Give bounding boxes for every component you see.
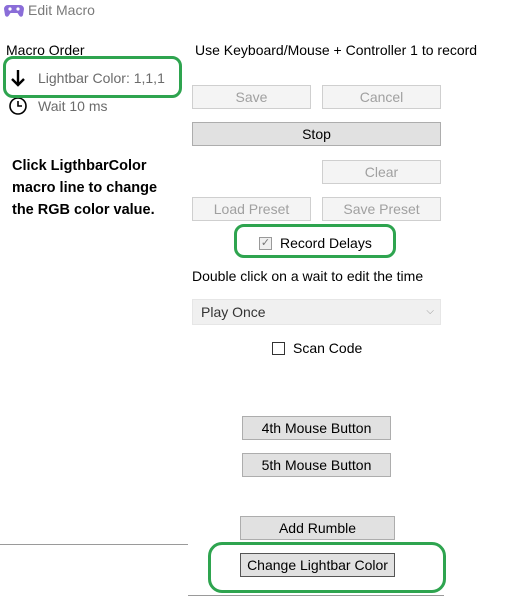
annotation-highlight-record-delays	[234, 224, 396, 258]
macro-item-wait[interactable]: Wait 10 ms	[8, 96, 108, 116]
add-rumble-button[interactable]: Add Rumble	[240, 516, 395, 540]
divider	[188, 595, 444, 596]
cancel-button[interactable]: Cancel	[322, 85, 441, 109]
record-instruction: Use Keyboard/Mouse + Controller 1 to rec…	[195, 42, 478, 58]
chevron-down-icon: ⌵	[426, 306, 434, 317]
clock-icon	[9, 97, 27, 115]
annotation-highlight-macro-item	[3, 56, 182, 98]
annotation-highlight-lightbar-button	[208, 542, 446, 593]
gamepad-icon	[4, 5, 24, 17]
stop-button[interactable]: Stop	[192, 122, 441, 146]
macro-item-label: Wait 10 ms	[38, 98, 108, 114]
play-mode-select[interactable]: Play Once ⌵	[192, 299, 441, 325]
wait-edit-hint: Double click on a wait to edit the time	[192, 268, 424, 284]
fifth-mouse-button[interactable]: 5th Mouse Button	[242, 453, 391, 477]
scan-code-checkbox[interactable]: Scan Code	[272, 340, 362, 356]
checkbox-box	[272, 341, 285, 355]
divider	[0, 544, 188, 545]
fourth-mouse-button[interactable]: 4th Mouse Button	[242, 416, 391, 440]
save-button[interactable]: Save	[192, 85, 311, 109]
annotation-help-text: Click LigthbarColor macro line to change…	[12, 158, 158, 218]
load-preset-button[interactable]: Load Preset	[192, 197, 311, 221]
window-title: Edit Macro	[28, 2, 95, 18]
scan-code-label: Scan Code	[293, 340, 363, 356]
save-preset-button[interactable]: Save Preset	[322, 197, 441, 221]
play-mode-value: Play Once	[201, 304, 266, 320]
clear-button[interactable]: Clear	[322, 160, 441, 184]
